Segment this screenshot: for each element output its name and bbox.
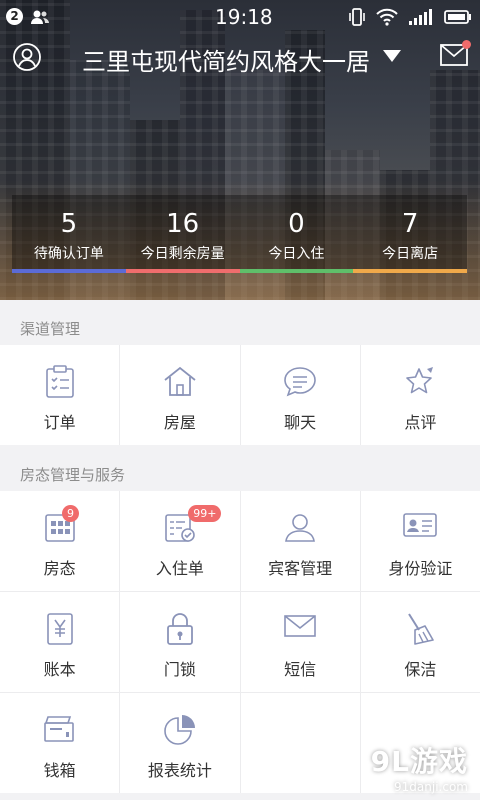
unread-dot — [462, 40, 471, 49]
tile-label: 报表统计 — [147, 761, 212, 780]
stat-value: 16 — [166, 209, 200, 239]
stats-panel: 5 待确认订单 16 今日剩余房量 0 今日入住 7 今日离店 — [12, 195, 467, 273]
tile-cashbox[interactable]: 钱箱 — [0, 693, 120, 793]
tile-room-status[interactable]: 9 房态 — [0, 491, 120, 591]
stat-label: 待确认订单 — [33, 246, 104, 262]
stat-checkin-today[interactable]: 0 今日入住 — [239, 195, 354, 273]
signal-icon — [409, 9, 432, 25]
vibrate-icon — [349, 8, 365, 26]
stat-bar — [12, 269, 126, 273]
stat-label: 今日入住 — [268, 246, 325, 262]
id-card-icon — [403, 513, 438, 537]
section-title-channel: 渠道管理 — [20, 320, 81, 338]
top-bar: 三里屯现代简约风格大一居 — [0, 38, 480, 78]
stat-pending-orders[interactable]: 5 待确认订单 — [12, 195, 126, 273]
tile-id-verification[interactable]: 身份验证 — [360, 491, 480, 591]
tile-label: 门锁 — [163, 660, 196, 679]
user-icon[interactable] — [12, 42, 42, 72]
tile-label: 入住单 — [155, 559, 204, 578]
chevron-down-icon[interactable] — [383, 50, 401, 62]
guest-icon — [285, 514, 316, 542]
stat-label: 今日离店 — [382, 246, 439, 262]
stat-label: 今日剩余房量 — [140, 246, 225, 262]
tile-label: 聊天 — [284, 413, 317, 432]
tile-door-lock[interactable]: 门锁 — [120, 592, 240, 692]
tile-label: 短信 — [284, 660, 317, 679]
star-edit-icon — [406, 367, 434, 394]
clipboard-icon — [45, 365, 74, 398]
count-badge: 99+ — [188, 505, 222, 522]
contacts-icon — [31, 10, 49, 24]
stat-checkout-today[interactable]: 7 今日离店 — [353, 195, 467, 273]
tile-label: 保洁 — [404, 660, 437, 679]
ledger-yen-icon — [46, 613, 73, 645]
lock-icon — [166, 613, 193, 645]
tile-label: 账本 — [43, 660, 76, 679]
stat-bar — [239, 269, 354, 273]
stat-value: 5 — [60, 209, 78, 239]
tile-checkin-form[interactable]: 99+ 入住单 — [120, 491, 240, 591]
tile-label: 钱箱 — [43, 761, 76, 780]
wifi-icon — [376, 8, 398, 26]
stat-value: 0 — [288, 209, 305, 239]
tile-label: 房屋 — [163, 413, 196, 432]
status-bar: 2 19:18 — [0, 0, 480, 32]
broom-icon — [408, 613, 435, 645]
house-icon — [164, 366, 196, 396]
tile-label: 宾客管理 — [268, 559, 333, 578]
stat-bar — [353, 269, 467, 273]
watermark-url: 91danji.com — [394, 780, 468, 794]
property-title[interactable]: 三里屯现代简约风格大一居 — [82, 42, 370, 77]
tile-ledger[interactable]: 账本 — [0, 592, 120, 692]
watermark-logo: 9L游戏 91danji.com — [371, 740, 468, 794]
tile-label: 订单 — [43, 413, 76, 432]
clock: 19:18 — [215, 5, 273, 29]
watermark-text: 9L游戏 — [370, 745, 468, 778]
tile-empty — [240, 693, 360, 793]
channel-grid: 订单 房屋 聊天 点评 — [0, 345, 480, 445]
tile-label: 身份验证 — [388, 559, 453, 578]
envelope-icon — [284, 615, 316, 637]
chat-bubble-icon — [284, 367, 316, 397]
stat-remaining-rooms[interactable]: 16 今日剩余房量 — [125, 195, 240, 273]
tile-label: 点评 — [404, 413, 437, 432]
pie-chart-icon — [164, 715, 195, 745]
stat-value: 7 — [401, 209, 419, 239]
cashbox-icon — [43, 716, 74, 742]
notification-count: 2 — [6, 8, 23, 25]
tile-chat[interactable]: 聊天 — [240, 345, 360, 445]
section-title-room: 房态管理与服务 — [20, 466, 126, 484]
tile-reviews[interactable]: 点评 — [360, 345, 480, 445]
count-badge: 9 — [62, 505, 79, 522]
tile-sms[interactable]: 短信 — [240, 592, 360, 692]
stat-bar — [125, 269, 240, 273]
tile-guest-management[interactable]: 宾客管理 — [240, 491, 360, 591]
tile-orders[interactable]: 订单 — [0, 345, 120, 445]
battery-icon — [444, 10, 471, 24]
tile-cleaning[interactable]: 保洁 — [360, 592, 480, 692]
tile-houses[interactable]: 房屋 — [120, 345, 240, 445]
tile-reports[interactable]: 报表统计 — [120, 693, 240, 793]
tile-label: 房态 — [43, 559, 76, 578]
